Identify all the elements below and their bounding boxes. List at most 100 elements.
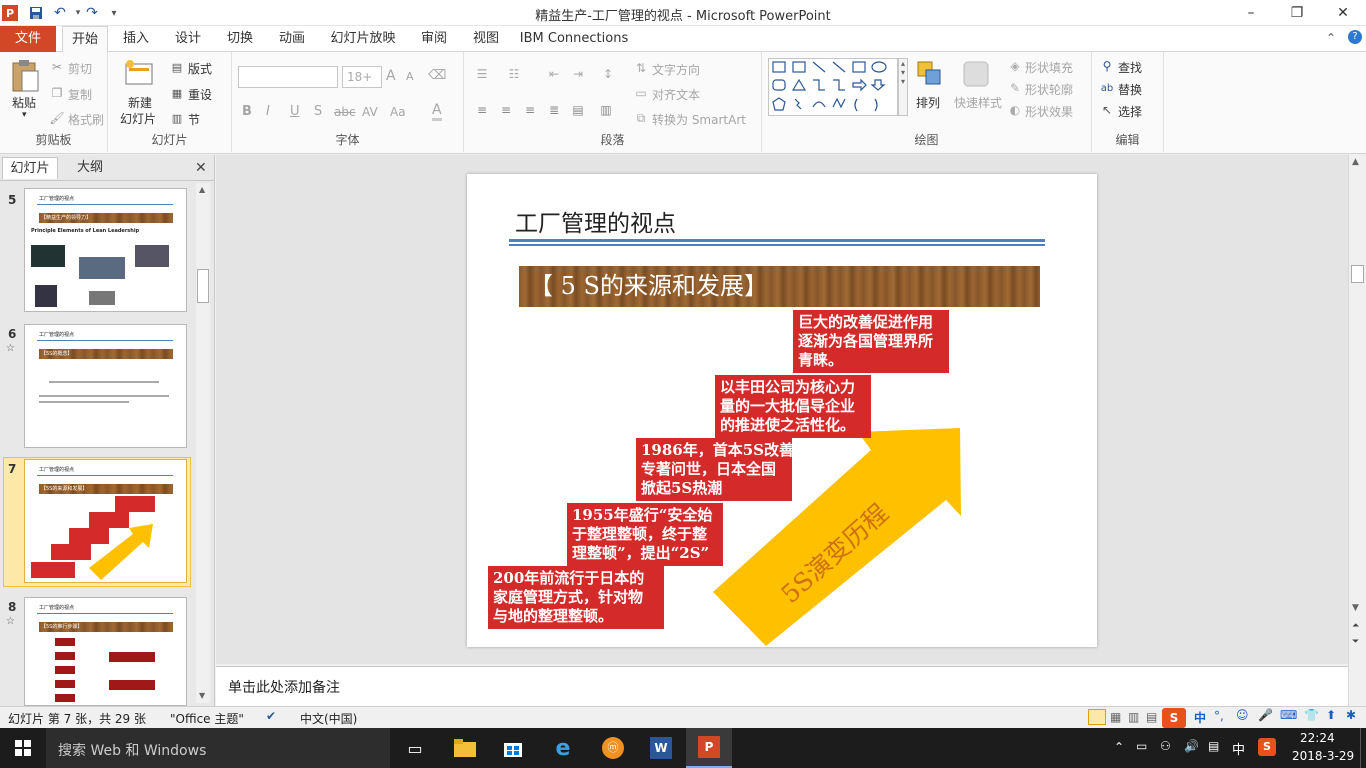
text-direction-button[interactable]: 文字方向 xyxy=(652,61,700,78)
underline-button[interactable]: U xyxy=(290,104,300,119)
arrange-icon[interactable] xyxy=(914,58,946,90)
justify-icon[interactable]: ≣ xyxy=(544,102,564,118)
slide-title[interactable]: 工厂管理的视点 xyxy=(515,204,676,238)
slide-sorter-icon[interactable]: ▦ xyxy=(1110,710,1121,724)
close-button[interactable]: ✕ xyxy=(1320,0,1366,26)
powerpoint-taskbar-icon[interactable]: P xyxy=(686,728,732,768)
cut-icon[interactable]: ✂ xyxy=(50,60,64,74)
pane-tab-slides[interactable]: 幻灯片 xyxy=(2,157,58,179)
previous-slide-icon[interactable]: ⏶ xyxy=(1352,621,1359,631)
milestone-box-2[interactable]: 1955年盛行“安全始 于整理整顿，终于整 理整顿”，提出“2S” xyxy=(567,503,723,566)
taskbar-search-box[interactable]: 搜索 Web 和 Windows xyxy=(46,728,390,768)
char-spacing-button[interactable]: AV xyxy=(362,105,378,119)
tab-ibm-connections[interactable]: IBM Connections xyxy=(518,26,630,52)
arrange-button[interactable]: 排列 xyxy=(916,94,940,111)
emoji-icon[interactable]: ☺ xyxy=(1236,708,1249,722)
spellcheck-icon[interactable]: ✔ xyxy=(266,709,276,723)
new-slide-label-1[interactable]: 新建 xyxy=(128,94,152,111)
tab-design[interactable]: 设计 xyxy=(166,26,210,52)
replace-button[interactable]: 替换 xyxy=(1118,81,1142,98)
tab-animations[interactable]: 动画 xyxy=(270,26,314,52)
scroll-down-icon[interactable]: ▼ xyxy=(199,691,205,700)
quick-styles-icon[interactable] xyxy=(960,58,992,90)
shape-fill-button[interactable]: 形状填充 xyxy=(1025,59,1073,76)
section-icon[interactable]: ▥ xyxy=(170,111,184,125)
grow-font-icon[interactable]: A xyxy=(386,68,396,84)
reading-view-icon[interactable]: ▥ xyxy=(1128,710,1139,724)
file-explorer-icon[interactable] xyxy=(442,728,488,768)
decrease-indent-icon[interactable]: ⇤ xyxy=(544,66,564,82)
tab-transitions[interactable]: 切换 xyxy=(218,26,262,52)
find-button[interactable]: 查找 xyxy=(1118,59,1142,76)
section-band[interactable]: 【 5 S的来源和发展】 xyxy=(519,266,1040,307)
word-icon[interactable]: W xyxy=(638,728,684,768)
strikethrough-button[interactable]: abc xyxy=(334,105,356,119)
main-scrollbar[interactable]: ▲ ▼ ⏶ ⏷ xyxy=(1348,155,1366,706)
format-painter-button[interactable]: 格式刷 xyxy=(68,111,104,128)
columns-icon[interactable]: ▥ xyxy=(596,102,616,118)
change-case-button[interactable]: Aa xyxy=(390,105,406,119)
font-color-button[interactable]: A xyxy=(432,102,442,121)
paste-dropdown-icon[interactable]: ▾ xyxy=(22,110,27,120)
convert-smartart-button[interactable]: 转换为 SmartArt xyxy=(652,111,746,128)
pane-close-button[interactable]: ✕ xyxy=(195,160,207,176)
toolbox-icon[interactable]: ⬆ xyxy=(1326,708,1336,722)
keyboard-icon[interactable]: ⌨ xyxy=(1280,708,1297,722)
slide-thumb-5[interactable]: 工厂管理的视点 【精益生产的领导力】 Principle Elements of… xyxy=(24,188,187,312)
task-view-icon[interactable]: ▭ xyxy=(392,728,438,768)
align-left-icon[interactable]: ≡ xyxy=(472,102,492,118)
new-slide-icon[interactable] xyxy=(122,58,156,90)
layout-icon[interactable]: ▤ xyxy=(170,60,184,74)
tray-chevron-icon[interactable]: ⌃ xyxy=(1114,740,1124,754)
punctuation-icon[interactable]: °, xyxy=(1214,709,1224,723)
help-icon[interactable]: ? xyxy=(1348,30,1362,44)
slide-canvas[interactable]: 工厂管理的视点 【 5 S的来源和发展】 5S演变历程 巨大的改善促进作用 逐渐… xyxy=(467,174,1097,647)
select-button[interactable]: 选择 xyxy=(1118,103,1142,120)
align-center-icon[interactable]: ≡ xyxy=(496,102,516,118)
milestone-box-5[interactable]: 巨大的改善促进作用 逐渐为各国管理界所 青睐。 xyxy=(793,310,949,373)
store-icon[interactable] xyxy=(490,728,536,768)
reset-icon[interactable]: ▦ xyxy=(170,86,184,100)
skin-icon[interactable]: 👕 xyxy=(1304,708,1319,722)
taskbar-ime[interactable]: 中 xyxy=(1232,739,1245,758)
clear-format-icon[interactable]: ⌫ xyxy=(428,68,446,83)
sogou-ime-icon[interactable]: S xyxy=(1162,708,1186,728)
tab-insert[interactable]: 插入 xyxy=(114,26,158,52)
minimize-button[interactable]: – xyxy=(1228,0,1274,26)
slideshow-view-icon[interactable]: ▤ xyxy=(1146,710,1157,724)
paste-label[interactable]: 粘贴 xyxy=(12,94,36,111)
pane-scrollbar[interactable]: ▲ ▼ xyxy=(196,183,210,703)
collapse-ribbon-icon[interactable]: ⌃ xyxy=(1326,31,1336,45)
shape-outline-icon[interactable]: ✎ xyxy=(1008,81,1022,95)
show-desktop-button[interactable] xyxy=(1360,728,1366,768)
clock-date[interactable]: 2018-3-29 xyxy=(1292,749,1354,763)
notes-placeholder[interactable]: 单击此处添加备注 xyxy=(228,677,340,697)
battery-icon[interactable]: ▭ xyxy=(1136,739,1147,753)
new-slide-label-2[interactable]: 幻灯片 xyxy=(120,110,156,127)
format-painter-icon[interactable]: 🖌 xyxy=(49,111,64,125)
bullets-icon[interactable]: ☰ xyxy=(472,66,492,82)
tab-home[interactable]: 开始 xyxy=(62,26,108,53)
windows-start-icon[interactable] xyxy=(0,728,46,768)
shape-fill-icon[interactable]: ◈ xyxy=(1008,59,1022,73)
ime-mode-icon[interactable]: 中 xyxy=(1194,709,1206,726)
slide-thumb-8[interactable]: 工厂管理的视点 【5S的推行步骤】 xyxy=(24,597,187,706)
select-icon[interactable]: ↖ xyxy=(1100,103,1114,117)
sogou-tray-icon[interactable]: S xyxy=(1258,738,1276,756)
replace-icon[interactable]: ab xyxy=(1100,81,1114,95)
app-icon[interactable]: ⓜ xyxy=(590,728,636,768)
align-right-icon[interactable]: ≡ xyxy=(520,102,540,118)
align-text-icon[interactable]: ▭ xyxy=(634,86,648,100)
cut-button[interactable]: 剪切 xyxy=(68,60,92,77)
increase-indent-icon[interactable]: ⇥ xyxy=(568,66,588,82)
tab-review[interactable]: 审阅 xyxy=(412,26,456,52)
tab-file[interactable]: 文件 xyxy=(0,26,56,52)
language-indicator[interactable]: 中文(中国) xyxy=(300,710,357,727)
copy-icon[interactable]: ❐ xyxy=(50,86,64,100)
shape-effects-icon[interactable]: ◐ xyxy=(1008,103,1022,117)
tab-slideshow[interactable]: 幻灯片放映 xyxy=(324,26,402,52)
shapes-gallery[interactable] xyxy=(768,58,898,116)
notifications-icon[interactable]: ▤ xyxy=(1208,739,1219,753)
pane-tab-outline[interactable]: 大纲 xyxy=(62,157,118,179)
section-button[interactable]: 节 xyxy=(188,111,200,128)
